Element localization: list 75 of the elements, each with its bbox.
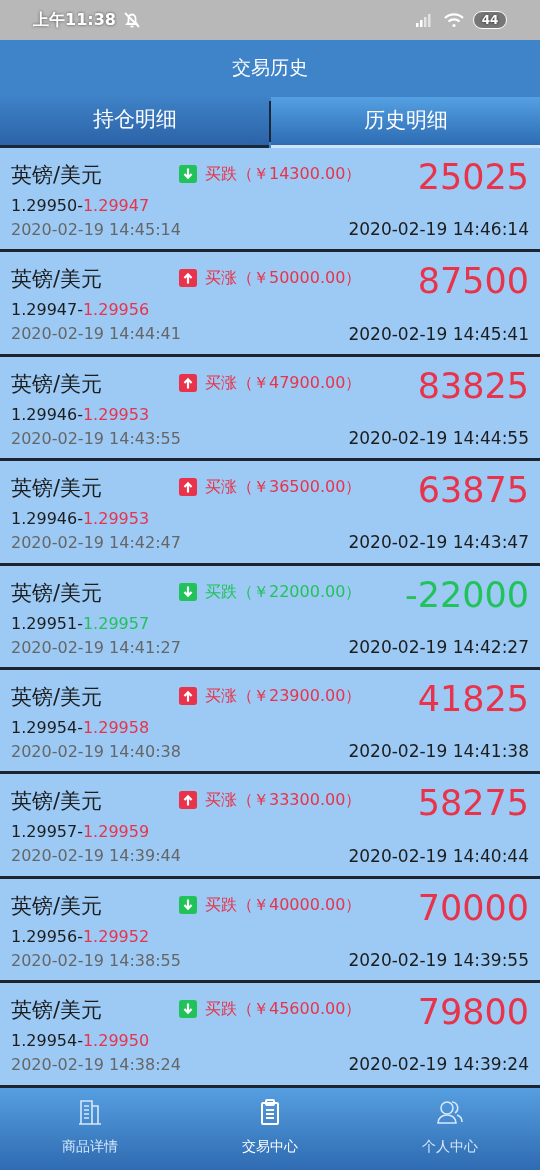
symbol-label: 英镑/美元	[11, 266, 104, 294]
open-time: 2020-02-19 14:43:55	[11, 427, 181, 450]
close-time: 2020-02-19 14:42:27	[348, 635, 529, 659]
open-time: 2020-02-19 14:40:38	[11, 740, 181, 763]
order-label: 买涨（￥33300.00）	[205, 789, 362, 812]
open-price: 1.29946-	[11, 508, 83, 531]
order-label: 买涨（￥36500.00）	[205, 476, 362, 499]
profit-amount: 79800	[417, 993, 529, 1032]
close-price: 1.29947	[82, 195, 150, 217]
close-price: 1.29957	[82, 612, 150, 635]
open-price: 1.29946-	[11, 403, 83, 426]
symbol-label: 英镑/美元	[11, 579, 104, 607]
open-price: 1.29951-	[11, 612, 83, 635]
battery-level: 44	[473, 11, 507, 29]
close-price: 1.29953	[82, 403, 150, 426]
profit-amount: -22000	[405, 575, 529, 614]
order-label: 买跌（￥14300.00）	[205, 163, 362, 185]
open-price: 1.29947-	[11, 299, 83, 322]
symbol-label: 英镑/美元	[11, 683, 104, 711]
open-price: 1.29957-	[11, 821, 83, 844]
close-time: 2020-02-19 14:43:47	[348, 531, 529, 555]
order-label: 买跌（￥45600.00）	[205, 998, 362, 1021]
profit-amount: 87500	[417, 262, 529, 301]
open-time: 2020-02-19 14:38:24	[11, 1054, 181, 1077]
building-icon	[77, 1098, 103, 1126]
clipboard-icon	[259, 1098, 281, 1126]
open-price: 1.29956-	[11, 925, 83, 948]
symbol-label: 英镑/美元	[11, 788, 104, 816]
close-time: 2020-02-19 14:39:55	[348, 949, 529, 972]
open-time: 2020-02-19 14:41:27	[11, 636, 181, 659]
order-label: 买涨（￥23900.00）	[205, 684, 362, 707]
profit-amount: 25025	[417, 158, 529, 196]
symbol-label: 英镑/美元	[11, 162, 104, 189]
symbol-label: 英镑/美元	[11, 370, 104, 398]
open-time: 2020-02-19 14:42:47	[11, 532, 181, 555]
profit-amount: 70000	[417, 888, 529, 927]
open-price: 1.29954-	[11, 716, 83, 739]
close-price: 1.29950	[82, 1030, 150, 1053]
open-time: 2020-02-19 14:39:44	[11, 845, 181, 868]
open-price: 1.29950-	[11, 195, 83, 217]
nav-tab[interactable]: 个人中心	[360, 1088, 540, 1170]
close-time: 2020-02-19 14:45:41	[348, 322, 529, 346]
nav-tab[interactable]: 交易中心	[180, 1088, 360, 1170]
symbol-label: 英镑/美元	[11, 475, 104, 503]
people-icon	[436, 1098, 464, 1126]
order-label: 买涨（￥47900.00）	[205, 371, 362, 394]
order-label: 买跌（￥22000.00）	[205, 580, 362, 603]
close-time: 2020-02-19 14:39:24	[348, 1053, 529, 1077]
close-price: 1.29959	[82, 821, 150, 844]
profit-amount: 58275	[417, 784, 529, 823]
profit-amount: 63875	[417, 471, 529, 510]
page-title: 交易历史	[232, 55, 308, 81]
close-time: 2020-02-19 14:44:55	[348, 427, 529, 451]
open-price: 1.29954-	[11, 1030, 83, 1053]
close-price: 1.29958	[82, 716, 150, 739]
close-price: 1.29952	[82, 925, 150, 948]
close-price: 1.29956	[82, 299, 150, 322]
open-time: 2020-02-19 14:45:14	[11, 219, 181, 241]
order-label: 买跌（￥40000.00）	[205, 893, 362, 916]
open-time: 2020-02-19 14:44:41	[11, 323, 181, 346]
profit-amount: 83825	[417, 366, 529, 405]
symbol-label: 英镑/美元	[11, 892, 104, 920]
mute-icon	[121, 10, 142, 30]
wifi-icon	[443, 12, 465, 28]
tab[interactable]: 历史明细	[271, 97, 540, 148]
close-time: 2020-02-19 14:46:14	[348, 218, 529, 242]
status-time: 上午11:38	[33, 9, 116, 31]
symbol-label: 英镑/美元	[11, 997, 104, 1025]
nav-tab[interactable]: 商品详情	[0, 1088, 180, 1170]
close-price: 1.29953	[82, 508, 150, 531]
close-time: 2020-02-19 14:40:44	[348, 844, 529, 868]
close-time: 2020-02-19 14:41:38	[348, 740, 529, 764]
open-time: 2020-02-19 14:38:55	[11, 949, 181, 972]
order-label: 买涨（￥50000.00）	[205, 267, 362, 290]
profit-amount: 41825	[417, 679, 529, 718]
